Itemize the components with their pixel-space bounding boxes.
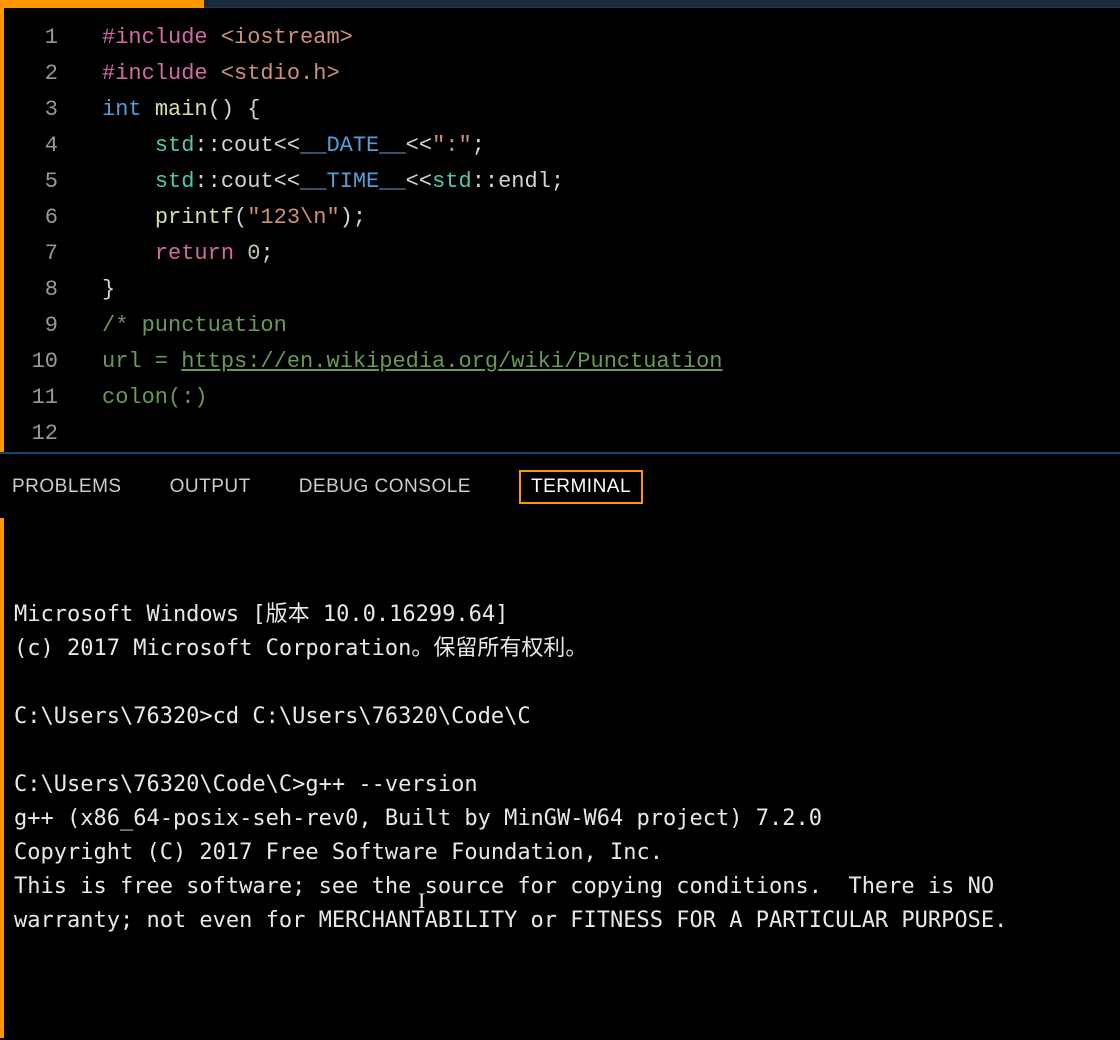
code-line[interactable]: return 0; (102, 236, 1120, 272)
terminal-output: Microsoft Windows [版本 10.0.16299.64](c) … (14, 598, 1110, 1038)
terminal-line (14, 666, 1110, 700)
panel-tab-bar: PROBLEMS OUTPUT DEBUG CONSOLE TERMINAL (0, 454, 1120, 518)
terminal-line (14, 734, 1110, 768)
code-editor[interactable]: 123456789101112 #include <iostream>#incl… (0, 8, 1120, 452)
line-number: 3 (4, 92, 72, 128)
tab-terminal[interactable]: TERMINAL (519, 470, 643, 504)
terminal-line (14, 1006, 1110, 1038)
line-number: 10 (4, 344, 72, 380)
line-number: 2 (4, 56, 72, 92)
code-line[interactable]: /* punctuation (102, 308, 1120, 344)
line-number: 4 (4, 128, 72, 164)
line-number: 6 (4, 200, 72, 236)
terminal-line: C:\Users\76320\Code\C>g++ --version (14, 768, 1110, 802)
terminal-line: (c) 2017 Microsoft Corporation。保留所有权利。 (14, 632, 1110, 666)
tab-debug-console[interactable]: DEBUG CONSOLE (299, 476, 471, 498)
terminal-line: This is free software; see the source fo… (14, 870, 1110, 904)
terminal-line: C:\Users\76320>cd C:\Users\76320\Code\C (14, 700, 1110, 734)
code-area[interactable]: #include <iostream>#include <stdio.h>int… (72, 8, 1120, 452)
line-number: 11 (4, 380, 72, 416)
line-number: 5 (4, 164, 72, 200)
line-number: 7 (4, 236, 72, 272)
terminal-line (14, 938, 1110, 972)
terminal-panel[interactable]: Microsoft Windows [版本 10.0.16299.64](c) … (0, 518, 1120, 1038)
code-line[interactable]: std::cout<<__DATE__<<":"; (102, 128, 1120, 164)
terminal-line: Copyright (C) 2017 Free Software Foundat… (14, 836, 1110, 870)
code-line[interactable]: std::cout<<__TIME__<<std::endl; (102, 164, 1120, 200)
terminal-line: Microsoft Windows [版本 10.0.16299.64] (14, 598, 1110, 632)
line-number: 12 (4, 416, 72, 452)
terminal-line (14, 972, 1110, 1006)
text-cursor-icon: I (418, 884, 425, 918)
editor-top-border (0, 0, 1120, 8)
tab-indicator (0, 0, 204, 8)
tab-output[interactable]: OUTPUT (170, 476, 251, 498)
terminal-line: g++ (x86_64-posix-seh-rev0, Built by Min… (14, 802, 1110, 836)
line-number: 9 (4, 308, 72, 344)
code-line[interactable]: colon(:) (102, 380, 1120, 416)
line-number: 8 (4, 272, 72, 308)
tab-problems[interactable]: PROBLEMS (12, 476, 122, 498)
terminal-line: warranty; not even for MERCHANTABILITY o… (14, 904, 1110, 938)
tab-bar-rest (204, 0, 1120, 8)
line-number: 1 (4, 20, 72, 56)
code-line[interactable]: url = https://en.wikipedia.org/wiki/Punc… (102, 344, 1120, 380)
code-line[interactable]: #include <iostream> (102, 20, 1120, 56)
code-line[interactable]: #include <stdio.h> (102, 56, 1120, 92)
code-line[interactable]: int main() { (102, 92, 1120, 128)
code-line[interactable]: printf("123\n"); (102, 200, 1120, 236)
code-line[interactable]: } (102, 272, 1120, 308)
line-number-gutter: 123456789101112 (4, 8, 72, 452)
